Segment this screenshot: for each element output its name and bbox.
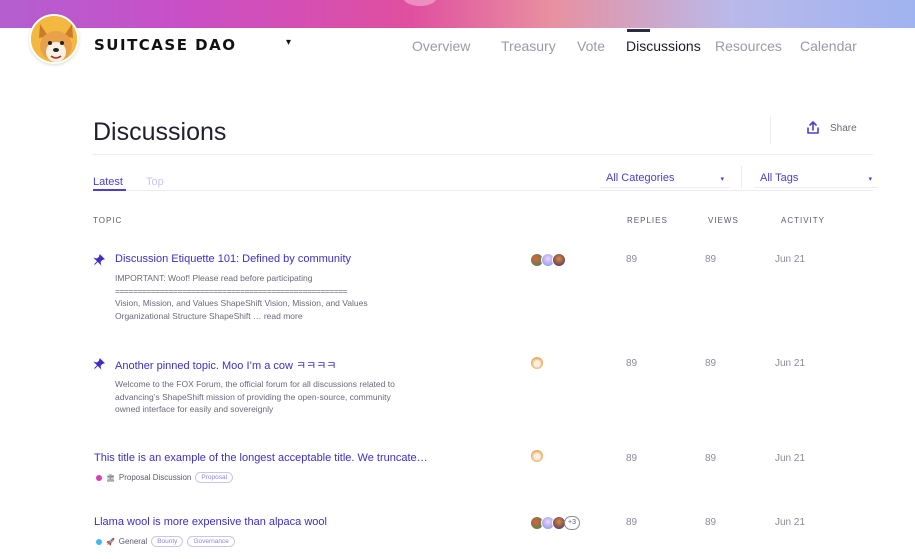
- nav-treasury[interactable]: Treasury: [501, 38, 556, 54]
- tags-dropdown[interactable]: All Tags ▾: [754, 166, 878, 188]
- views-count: 89: [705, 453, 717, 464]
- tag-badge[interactable]: Proposal: [195, 472, 234, 483]
- tag-badge[interactable]: Governance: [187, 536, 235, 547]
- excerpt-line: Welcome to the FOX Forum, the official f…: [115, 379, 395, 389]
- category-icon: 🚀: [106, 538, 115, 546]
- filters-divider: [741, 166, 742, 188]
- category-color-dot: [96, 474, 102, 481]
- tabs-divider: [93, 190, 873, 191]
- categories-dropdown-label: All Categories: [606, 172, 675, 184]
- views-count: 89: [705, 358, 717, 369]
- excerpt-line: owned interface for easily and sovereign…: [115, 404, 274, 414]
- nav-resources[interactable]: Resources: [715, 38, 782, 54]
- nav-calendar[interactable]: Calendar: [800, 38, 857, 54]
- nav-vote[interactable]: Vote: [577, 38, 605, 54]
- column-header-activity[interactable]: ACTIVITY: [781, 216, 825, 225]
- views-count: 89: [705, 517, 717, 528]
- share-button[interactable]: Share: [830, 123, 857, 134]
- topic-title[interactable]: This title is an example of the longest …: [94, 452, 428, 464]
- user-avatar[interactable]: [530, 356, 544, 370]
- top-banner: [0, 0, 915, 28]
- replies-count: 89: [626, 254, 638, 265]
- views-count: 89: [705, 254, 717, 265]
- category-icon: 🏛: [106, 474, 115, 482]
- excerpt-line: Organizational Structure ShapeShift … re…: [115, 310, 475, 323]
- topic-excerpt: IMPORTANT: Woof! Please read before part…: [115, 272, 475, 322]
- nav-overview[interactable]: Overview: [412, 38, 470, 54]
- page-title: Discussions: [93, 118, 227, 146]
- activity-date[interactable]: Jun 21: [775, 453, 805, 464]
- topic-meta: 🚀 General Bounty Governance: [96, 536, 235, 547]
- chevron-down-icon: ▾: [868, 176, 872, 183]
- dao-name[interactable]: SUITCASE DAO: [94, 36, 237, 54]
- column-header-topic: TOPIC: [93, 216, 123, 225]
- replies-count: 89: [626, 453, 638, 464]
- column-header-replies[interactable]: REPLIES: [627, 216, 668, 225]
- activity-date[interactable]: Jun 21: [775, 254, 805, 265]
- topic-title[interactable]: Another pinned topic. Moo I’m a cow ㅋㅋㅋㅋ: [115, 357, 336, 373]
- topic-title[interactable]: Llama wool is more expensive than alpaca…: [94, 516, 327, 528]
- user-avatar[interactable]: [530, 449, 544, 463]
- replies-count: 89: [626, 358, 638, 369]
- category-color-dot: [96, 538, 102, 545]
- tag-badge[interactable]: Bounty: [151, 536, 184, 547]
- tab-top[interactable]: Top: [146, 176, 164, 188]
- tab-latest[interactable]: Latest: [93, 176, 123, 188]
- activity-date[interactable]: Jun 21: [775, 517, 805, 528]
- tags-dropdown-label: All Tags: [760, 172, 799, 184]
- categories-dropdown[interactable]: All Categories ▾: [600, 166, 730, 188]
- activity-date[interactable]: Jun 21: [775, 358, 805, 369]
- dao-menu-chevron-icon[interactable]: ▾: [286, 37, 291, 48]
- pin-icon: [93, 254, 105, 266]
- topic-excerpt: Welcome to the FOX Forum, the official f…: [115, 378, 475, 416]
- nav-discussions[interactable]: Discussions: [626, 38, 701, 54]
- column-header-views[interactable]: VIEWS: [708, 216, 739, 225]
- excerpt-line: Vision, Mission, and Values ShapeShift V…: [115, 298, 368, 308]
- replies-count: 89: [626, 517, 638, 528]
- read-more-link[interactable]: read more: [264, 311, 303, 321]
- excerpt-line: IMPORTANT: Woof! Please read before part…: [115, 273, 313, 283]
- tab-active-indicator: [93, 189, 126, 191]
- category-link[interactable]: Proposal Discussion: [119, 473, 191, 482]
- pin-icon: [93, 358, 105, 370]
- topic-title[interactable]: Discussion Etiquette 101: Defined by com…: [115, 253, 351, 265]
- chevron-down-icon: ▾: [720, 176, 724, 183]
- more-posters-badge[interactable]: +3: [564, 516, 580, 530]
- excerpt-line: ========================================…: [115, 285, 348, 296]
- banner-decoration: [403, 0, 437, 6]
- share-icon[interactable]: [805, 120, 821, 136]
- shiba-logo-icon: [31, 16, 77, 62]
- nav-active-indicator: [627, 29, 650, 32]
- share-divider: [770, 116, 771, 144]
- excerpt-line: advancing’s ShapeShift mission of provid…: [115, 391, 391, 402]
- user-avatar[interactable]: [552, 253, 566, 267]
- excerpt-text: Organizational Structure ShapeShift …: [115, 310, 262, 321]
- topic-meta: 🏛 Proposal Discussion Proposal: [96, 472, 234, 483]
- dao-avatar[interactable]: [29, 14, 79, 64]
- title-divider: [93, 154, 873, 155]
- category-link[interactable]: General: [119, 537, 147, 546]
